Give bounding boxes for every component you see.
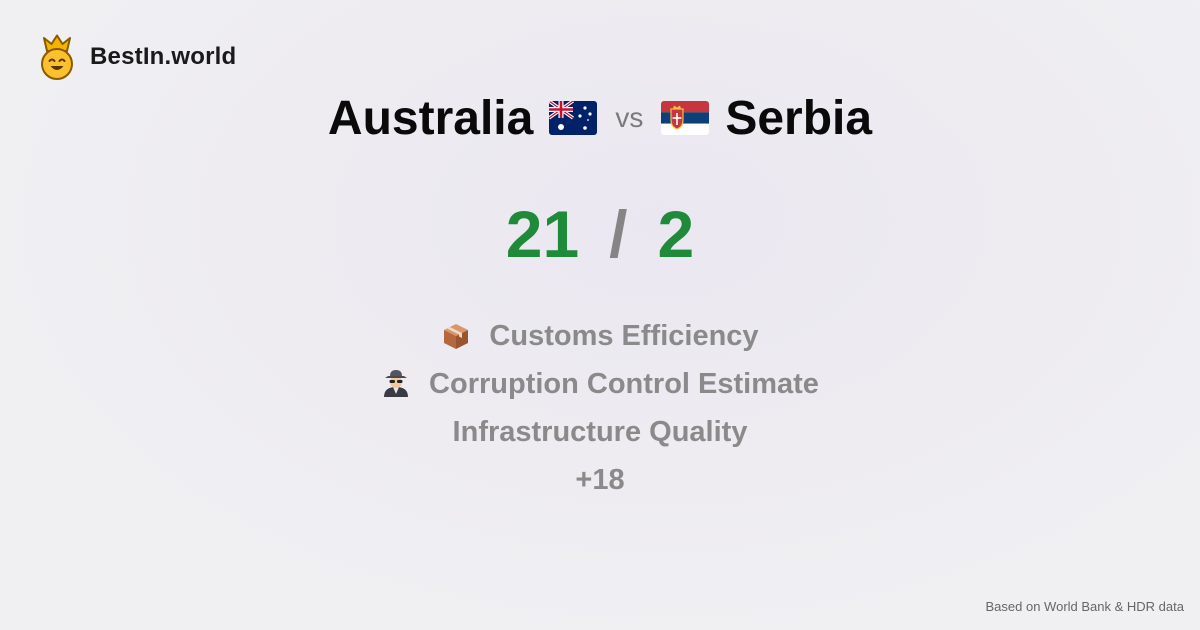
data-source-note: Based on World Bank & HDR data xyxy=(985,599,1184,614)
brand-name: BestIn.world xyxy=(90,43,237,70)
score-country-a: 21 xyxy=(505,197,580,271)
more-features-count: +18 xyxy=(0,456,1200,504)
feature-item: Infrastructure Quality xyxy=(0,408,1200,456)
crown-smiley-icon xyxy=(41,34,73,80)
comparison-title: Australia vs Serbia xyxy=(0,88,1200,148)
score-country-b: 2 xyxy=(657,197,695,271)
feature-label: Customs Efficiency xyxy=(489,319,759,352)
feature-list: Customs Efficiency Corruption Control Es… xyxy=(0,312,1200,504)
feature-label: Corruption Control Estimate xyxy=(429,367,819,400)
score: 21 / 2 xyxy=(0,196,1200,272)
country-b-name: Serbia xyxy=(725,91,873,145)
vs-label: vs xyxy=(615,102,644,133)
package-icon xyxy=(444,324,469,349)
australia-flag-icon xyxy=(549,101,598,135)
feature-item: Corruption Control Estimate xyxy=(0,360,1200,408)
feature-label: Infrastructure Quality xyxy=(452,415,748,448)
score-separator: / xyxy=(609,197,628,271)
country-a-name: Australia xyxy=(327,91,534,145)
serbia-flag-icon xyxy=(661,101,710,135)
spy-icon xyxy=(384,370,409,397)
feature-label: +18 xyxy=(575,463,625,496)
feature-item: Customs Efficiency xyxy=(0,312,1200,360)
brand[interactable]: BestIn.world xyxy=(38,34,236,80)
